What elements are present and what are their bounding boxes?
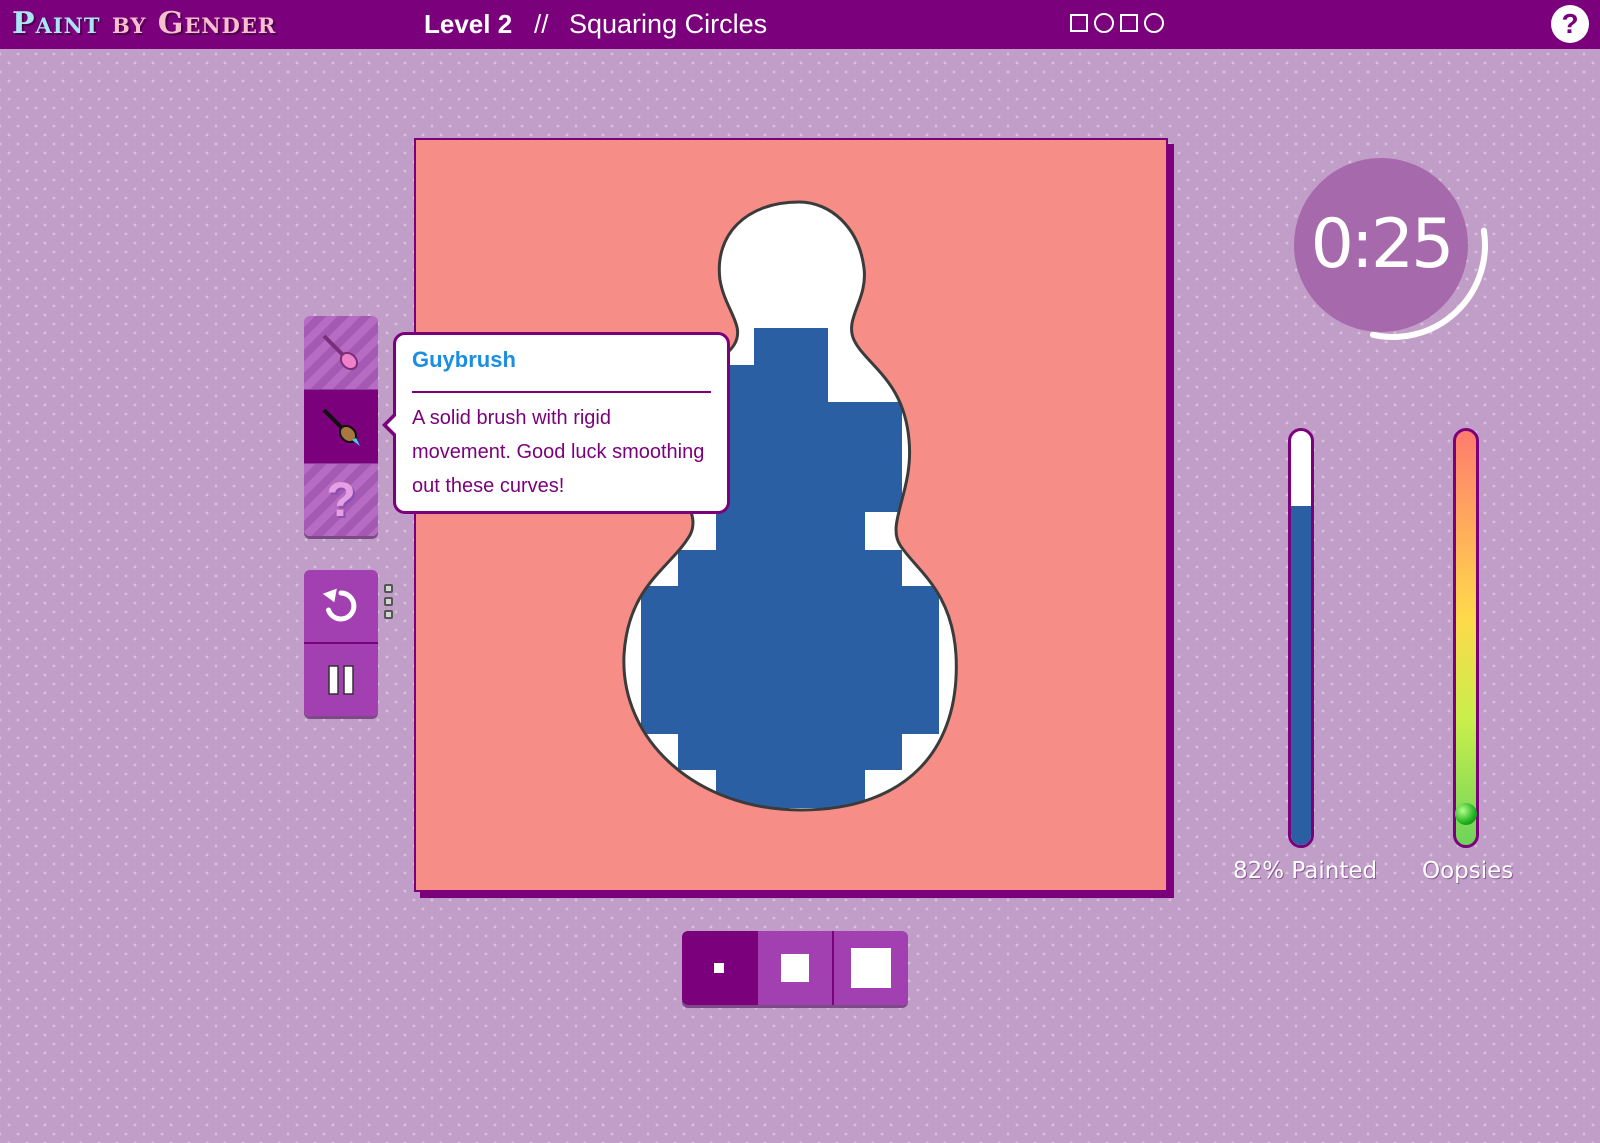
paint-canvas[interactable] [414,138,1168,892]
brush-icon [322,334,359,370]
help-button[interactable]: ? [1551,5,1589,43]
brush-size-selector [682,931,908,1005]
undo-icon [322,588,357,622]
top-bar: Paint by Gender Level 2 // Squaring Circ… [0,0,1600,49]
tool-gal-brush[interactable] [304,316,378,390]
small-square-icon [714,963,724,973]
pause-button[interactable] [304,644,378,716]
pause-icon [328,665,354,695]
oopsies-meter [1453,428,1479,848]
oopsies-label: Oopsies [1422,858,1514,884]
paint-meter-fill [1291,505,1311,845]
square-icon [1070,14,1088,32]
painted-label: 82% Painted [1233,858,1378,884]
tool-guybrush[interactable] [304,390,378,464]
brush-icon [322,408,360,446]
oopsies-indicator [1455,802,1477,825]
undo-slot [384,597,393,606]
brush-size-large[interactable] [834,931,908,1005]
canvas-drawing [622,200,958,812]
level-name: Squaring Circles [569,9,768,39]
game-logo: Paint by Gender [12,6,277,41]
undo-slot [384,610,393,619]
timer-value: 0:25 [1310,205,1455,284]
level-progress [1070,13,1164,33]
circle-icon [1094,13,1114,33]
controls-panel [304,570,378,716]
level-number: Level 2 [424,9,513,39]
medium-square-icon [781,954,809,982]
undo-counter [384,584,393,619]
circle-icon [1144,13,1164,33]
paint-meter [1288,428,1314,848]
tooltip-divider [412,391,711,393]
brush-tooltip: Guybrush A solid brush with rigid moveme… [382,332,730,514]
level-separator: // [534,9,549,39]
question-icon: ? [326,474,356,527]
brush-size-small[interactable] [682,931,758,1005]
brush-selector: ? [304,316,378,536]
tool-mystery[interactable]: ? [304,464,378,536]
tooltip-title: Guybrush [412,347,516,372]
undo-slot [384,584,393,593]
undo-button[interactable] [304,570,378,644]
square-icon [1120,14,1138,32]
tooltip-description: A solid brush with rigid movement. Good … [412,407,705,497]
brush-size-medium[interactable] [758,931,834,1005]
large-square-icon [851,948,891,988]
